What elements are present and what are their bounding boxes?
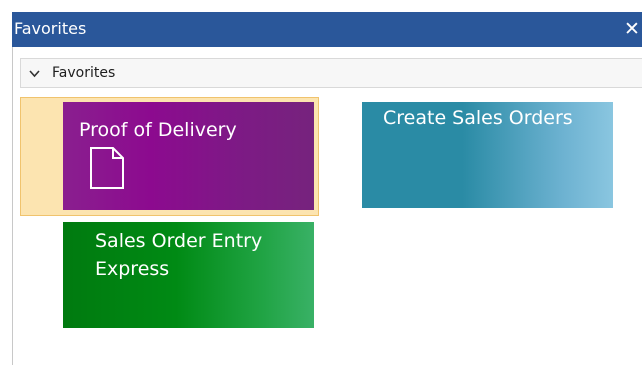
tile-label-line1: Sales Order Entry xyxy=(95,230,263,252)
tile-label: Sales Order Entry Express xyxy=(95,227,262,283)
group-label: Favorites xyxy=(52,65,116,81)
close-icon: ✕ xyxy=(624,18,640,40)
left-edge-divider xyxy=(12,47,13,365)
left-edge xyxy=(0,0,12,365)
window-title: Favorites xyxy=(14,19,87,38)
title-bar: Favorites ✕ xyxy=(12,12,642,47)
tile-label: Proof of Delivery xyxy=(79,119,237,141)
favorites-group-header[interactable]: Favorites xyxy=(20,58,642,88)
favorites-window: Favorites ✕ Favorites Proof of Delivery … xyxy=(0,0,642,365)
tile-sales-order-entry-express[interactable]: Sales Order Entry Express xyxy=(63,222,314,328)
document-icon xyxy=(90,147,124,189)
tile-label: Create Sales Orders xyxy=(383,107,573,129)
tile-create-sales-orders[interactable]: Create Sales Orders xyxy=(362,102,613,208)
top-strip xyxy=(0,0,642,12)
close-button[interactable]: ✕ xyxy=(622,16,642,42)
tile-label-line2: Express xyxy=(95,258,170,280)
tile-proof-of-delivery[interactable]: Proof of Delivery xyxy=(63,102,314,210)
chevron-down-icon xyxy=(29,70,40,78)
